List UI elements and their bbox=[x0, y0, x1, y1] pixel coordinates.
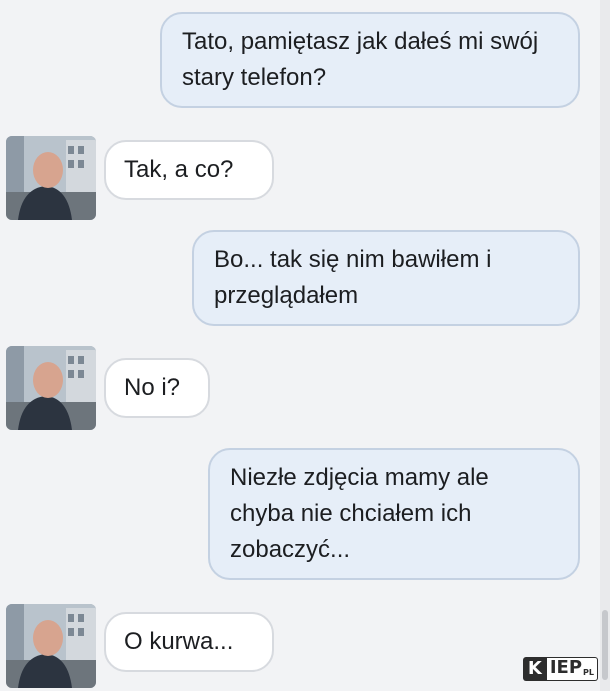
message-text: No i? bbox=[124, 374, 181, 401]
contact-avatar[interactable] bbox=[6, 346, 96, 430]
watermark-suffix: PL bbox=[583, 668, 594, 677]
contact-avatar-image bbox=[6, 346, 96, 430]
message-bubble-outgoing[interactable]: Tato, pamiętasz jak dałeś mi swój stary … bbox=[160, 12, 580, 108]
chat-scrollbar[interactable] bbox=[600, 0, 610, 691]
watermark-k: K bbox=[522, 657, 547, 681]
contact-avatar-image bbox=[6, 136, 96, 220]
contact-avatar[interactable] bbox=[6, 604, 96, 688]
message-bubble-incoming[interactable]: Tak, a co? bbox=[104, 140, 274, 200]
message-text: Bo... tak się nim bawiłem i przeglądałem bbox=[214, 246, 492, 309]
contact-avatar-image bbox=[6, 604, 96, 688]
message-bubble-incoming[interactable]: No i? bbox=[104, 358, 210, 418]
message-bubble-incoming[interactable]: O kurwa... bbox=[104, 612, 274, 672]
scrollbar-thumb[interactable] bbox=[602, 610, 608, 680]
watermark-main: IEP bbox=[549, 657, 583, 678]
message-bubble-outgoing[interactable]: Bo... tak się nim bawiłem i przeglądałem bbox=[192, 230, 580, 326]
kiep-watermark: K IEP PL bbox=[522, 657, 598, 681]
message-text: Niezłe zdjęcia mamy ale chyba nie chciał… bbox=[230, 464, 489, 563]
message-text: Tato, pamiętasz jak dałeś mi swój stary … bbox=[182, 28, 539, 91]
chat-conversation: Tato, pamiętasz jak dałeś mi swój stary … bbox=[0, 0, 600, 691]
contact-avatar[interactable] bbox=[6, 136, 96, 220]
message-text: Tak, a co? bbox=[124, 156, 234, 183]
message-text: O kurwa... bbox=[124, 628, 234, 655]
watermark-text: IEP PL bbox=[546, 657, 598, 681]
message-bubble-outgoing[interactable]: Niezłe zdjęcia mamy ale chyba nie chciał… bbox=[208, 448, 580, 580]
